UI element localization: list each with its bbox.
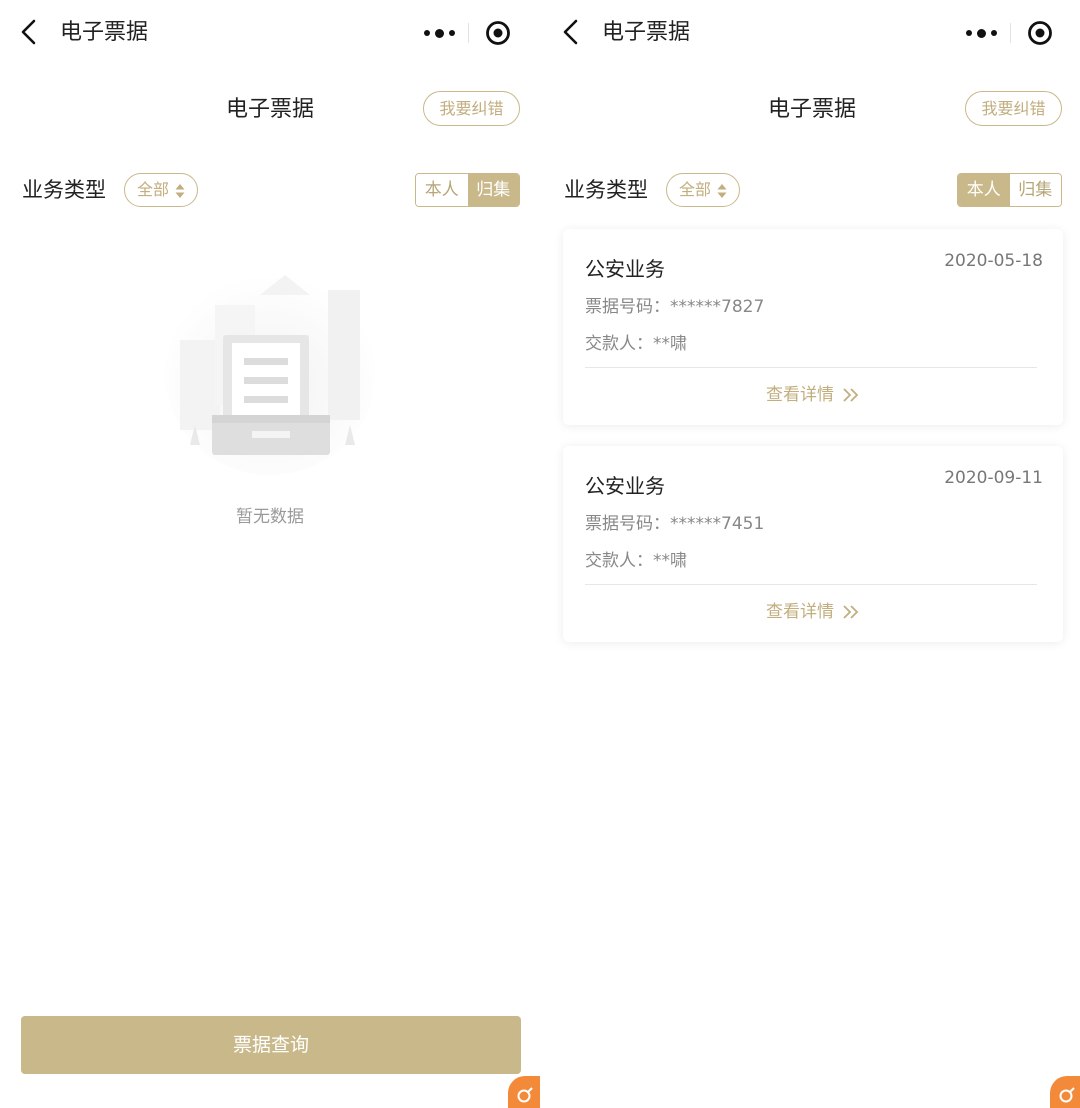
double-chevron-right-icon bbox=[843, 605, 859, 619]
toggle-self[interactable]: 本人 bbox=[958, 174, 1010, 206]
business-type-value: 全部 bbox=[137, 180, 170, 199]
business-type-label: 业务类型 bbox=[564, 178, 648, 202]
ticket-number-label: 票据号码： bbox=[585, 297, 670, 317]
ticket-number-row: 票据号码：******7451 bbox=[585, 512, 764, 536]
card-divider bbox=[585, 584, 1037, 585]
back-icon[interactable] bbox=[16, 18, 42, 46]
sort-arrows-icon bbox=[717, 184, 727, 198]
view-details-label: 查看详情 bbox=[766, 385, 834, 405]
card-divider bbox=[585, 367, 1037, 368]
document-tray-icon bbox=[165, 275, 375, 475]
ticket-card[interactable]: 公安业务 2020-09-11 票据号码：******7451 交款人：**啸 … bbox=[563, 446, 1063, 642]
floating-assist-icon[interactable] bbox=[1050, 1076, 1080, 1108]
ticket-number-row: 票据号码：******7827 bbox=[585, 295, 764, 319]
payer-label: 交款人： bbox=[585, 551, 653, 571]
close-target-icon[interactable] bbox=[469, 13, 526, 53]
business-type-select[interactable]: 全部 bbox=[666, 173, 740, 207]
nav-title: 电子票据 bbox=[60, 20, 149, 45]
view-details-link[interactable]: 查看详情 bbox=[563, 382, 1063, 408]
owner-toggle: 本人 归集 bbox=[415, 173, 520, 207]
toggle-collected[interactable]: 归集 bbox=[467, 174, 519, 206]
mini-program-capsule bbox=[410, 13, 526, 53]
empty-state-text: 暂无数据 bbox=[236, 507, 304, 527]
business-type-label: 业务类型 bbox=[22, 178, 106, 202]
ticket-query-button[interactable]: 票据查询 bbox=[21, 1016, 521, 1074]
mini-program-capsule bbox=[952, 13, 1068, 53]
view-details-link[interactable]: 查看详情 bbox=[563, 599, 1063, 625]
toggle-self[interactable]: 本人 bbox=[416, 174, 468, 206]
owner-toggle: 本人 归集 bbox=[957, 173, 1062, 207]
close-target-icon[interactable] bbox=[1011, 13, 1068, 53]
ticket-number: ******7451 bbox=[670, 514, 765, 534]
ticket-card[interactable]: 公安业务 2020-05-18 票据号码：******7827 交款人：**啸 … bbox=[563, 229, 1063, 425]
ticket-number: ******7827 bbox=[670, 297, 765, 317]
payer-name: **啸 bbox=[653, 551, 687, 571]
screen-ticket-list: 电子票据 电子票据 我要纠错 业务类型 全部 本人 归集 公安业务 2020-0… bbox=[542, 0, 1080, 1108]
more-menu-icon[interactable] bbox=[952, 13, 1010, 53]
ticket-date: 2020-09-11 bbox=[944, 468, 1043, 488]
screen-empty-state: 电子票据 电子票据 我要纠错 业务类型 全部 本人 归集 暂无数据 票据查询 bbox=[0, 0, 540, 1108]
sort-arrows-icon bbox=[175, 184, 185, 198]
back-icon[interactable] bbox=[558, 18, 584, 46]
business-name: 公安业务 bbox=[585, 474, 665, 498]
nav-title: 电子票据 bbox=[602, 20, 691, 45]
ticket-number-label: 票据号码： bbox=[585, 514, 670, 534]
payer-row: 交款人：**啸 bbox=[585, 332, 687, 356]
payer-label: 交款人： bbox=[585, 334, 653, 354]
toggle-collected[interactable]: 归集 bbox=[1009, 174, 1061, 206]
nav-bar: 电子票据 bbox=[542, 0, 1080, 66]
business-name: 公安业务 bbox=[585, 257, 665, 281]
floating-assist-icon[interactable] bbox=[508, 1076, 540, 1108]
report-error-button[interactable]: 我要纠错 bbox=[965, 91, 1062, 126]
payer-name: **啸 bbox=[653, 334, 687, 354]
ticket-date: 2020-05-18 bbox=[944, 251, 1043, 271]
payer-row: 交款人：**啸 bbox=[585, 549, 687, 573]
more-menu-icon[interactable] bbox=[410, 13, 468, 53]
report-error-button[interactable]: 我要纠错 bbox=[423, 91, 520, 126]
nav-bar: 电子票据 bbox=[0, 0, 540, 66]
double-chevron-right-icon bbox=[843, 388, 859, 402]
business-type-value: 全部 bbox=[679, 180, 712, 199]
view-details-label: 查看详情 bbox=[766, 602, 834, 622]
business-type-select[interactable]: 全部 bbox=[124, 173, 198, 207]
